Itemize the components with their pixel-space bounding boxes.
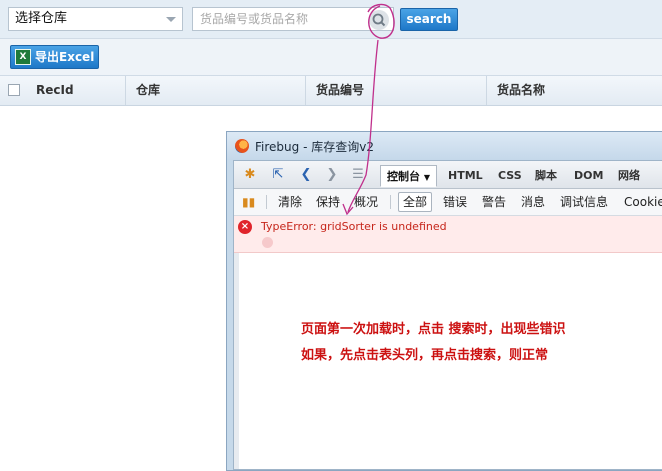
firebug-panel: ✱ ⇱ ❮ ❯ ☰ 控制台 ▼ HTML CSS 脚本 DOM 网络 ▮▮ 清除…: [233, 160, 662, 470]
console-clear-button[interactable]: 清除: [278, 189, 302, 215]
column-header-item-code[interactable]: 货品编号: [306, 76, 487, 105]
column-header-label: 货品名称: [497, 83, 546, 97]
console-scrollbar[interactable]: [234, 253, 239, 469]
break-on-error-icon[interactable]: ▮▮: [242, 189, 255, 215]
search-input[interactable]: [193, 8, 360, 30]
filter-warnings-button[interactable]: 警告: [482, 189, 506, 215]
chevron-down-icon[interactable]: [166, 17, 176, 22]
expand-stack-icon[interactable]: [262, 237, 273, 248]
command-line-icon[interactable]: ☰: [350, 167, 366, 183]
column-header-warehouse[interactable]: 仓库: [126, 76, 306, 105]
error-icon: ×: [238, 220, 252, 234]
tab-dom[interactable]: DOM: [574, 165, 603, 187]
filter-errors-button[interactable]: 错误: [443, 189, 467, 215]
warehouse-select-value: 选择仓库: [15, 11, 68, 26]
firebug-titlebar[interactable]: Firebug - 库存查询v2: [227, 132, 662, 160]
filter-toolbar: 选择仓库 search: [0, 0, 662, 39]
column-header-label: 货品编号: [316, 83, 365, 97]
firebug-tab-bar: ✱ ⇱ ❮ ❯ ☰ 控制台 ▼ HTML CSS 脚本 DOM 网络: [234, 161, 662, 189]
console-error-row[interactable]: × TypeError: gridSorter is undefined: [234, 216, 662, 253]
export-excel-button[interactable]: X 导出Excel: [10, 45, 99, 69]
warehouse-select[interactable]: 选择仓库: [8, 7, 183, 31]
tab-css[interactable]: CSS: [498, 165, 522, 187]
tab-script[interactable]: 脚本: [535, 165, 557, 187]
firebug-window: Firebug - 库存查询v2 ✱ ⇱ ❮ ❯ ☰ 控制台 ▼ HTML CS…: [226, 131, 662, 471]
console-profile-button[interactable]: 概况: [354, 189, 378, 215]
tab-console[interactable]: 控制台 ▼: [380, 165, 437, 187]
tab-network[interactable]: 网络: [618, 165, 640, 187]
chevron-down-icon[interactable]: ▼: [424, 173, 430, 182]
inspect-element-icon[interactable]: ⇱: [270, 167, 286, 183]
error-message[interactable]: TypeError: gridSorter is undefined: [261, 220, 447, 233]
firebug-window-title: Firebug - 库存查询v2: [255, 140, 374, 154]
console-toolbar: ▮▮ 清除 保持 概况 全部 错误 警告 消息 调试信息 Cookie: [234, 189, 662, 216]
column-header-item-name[interactable]: 货品名称: [487, 76, 662, 105]
tab-html[interactable]: HTML: [448, 165, 483, 187]
filter-all-button[interactable]: 全部: [398, 192, 433, 212]
back-arrow-icon[interactable]: ❮: [298, 167, 314, 183]
grid-header: RecId 仓库 货品编号 货品名称: [0, 76, 662, 106]
toolbar-separator: [390, 195, 391, 209]
column-header-label: 仓库: [136, 83, 161, 97]
filter-info-button[interactable]: 消息: [521, 189, 545, 215]
firefox-icon: [235, 139, 249, 153]
search-field[interactable]: [192, 7, 394, 31]
tab-console-label: 控制台: [387, 170, 420, 183]
search-icon[interactable]: [369, 10, 389, 30]
column-header-recid[interactable]: RecId: [0, 76, 126, 105]
search-button[interactable]: search: [400, 8, 458, 31]
export-excel-label: 导出Excel: [35, 50, 95, 64]
forward-arrow-icon[interactable]: ❯: [324, 167, 340, 183]
select-all-checkbox[interactable]: [8, 84, 20, 96]
filter-cookies-button[interactable]: Cookie: [624, 189, 662, 215]
action-toolbar: X 导出Excel: [0, 39, 662, 76]
console-persist-button[interactable]: 保持: [316, 189, 340, 215]
excel-icon: X: [15, 49, 31, 65]
firebug-bug-icon[interactable]: ✱: [242, 167, 258, 183]
column-header-label: RecId: [36, 83, 74, 97]
toolbar-separator: [266, 195, 267, 209]
filter-debug-button[interactable]: 调试信息: [560, 189, 608, 215]
annotation-line-1: 页面第一次加载时，点击 搜索时，出现些错识: [301, 322, 566, 337]
annotation-line-2: 如果，先点击表头列，再点击搜索，则正常: [301, 348, 549, 363]
